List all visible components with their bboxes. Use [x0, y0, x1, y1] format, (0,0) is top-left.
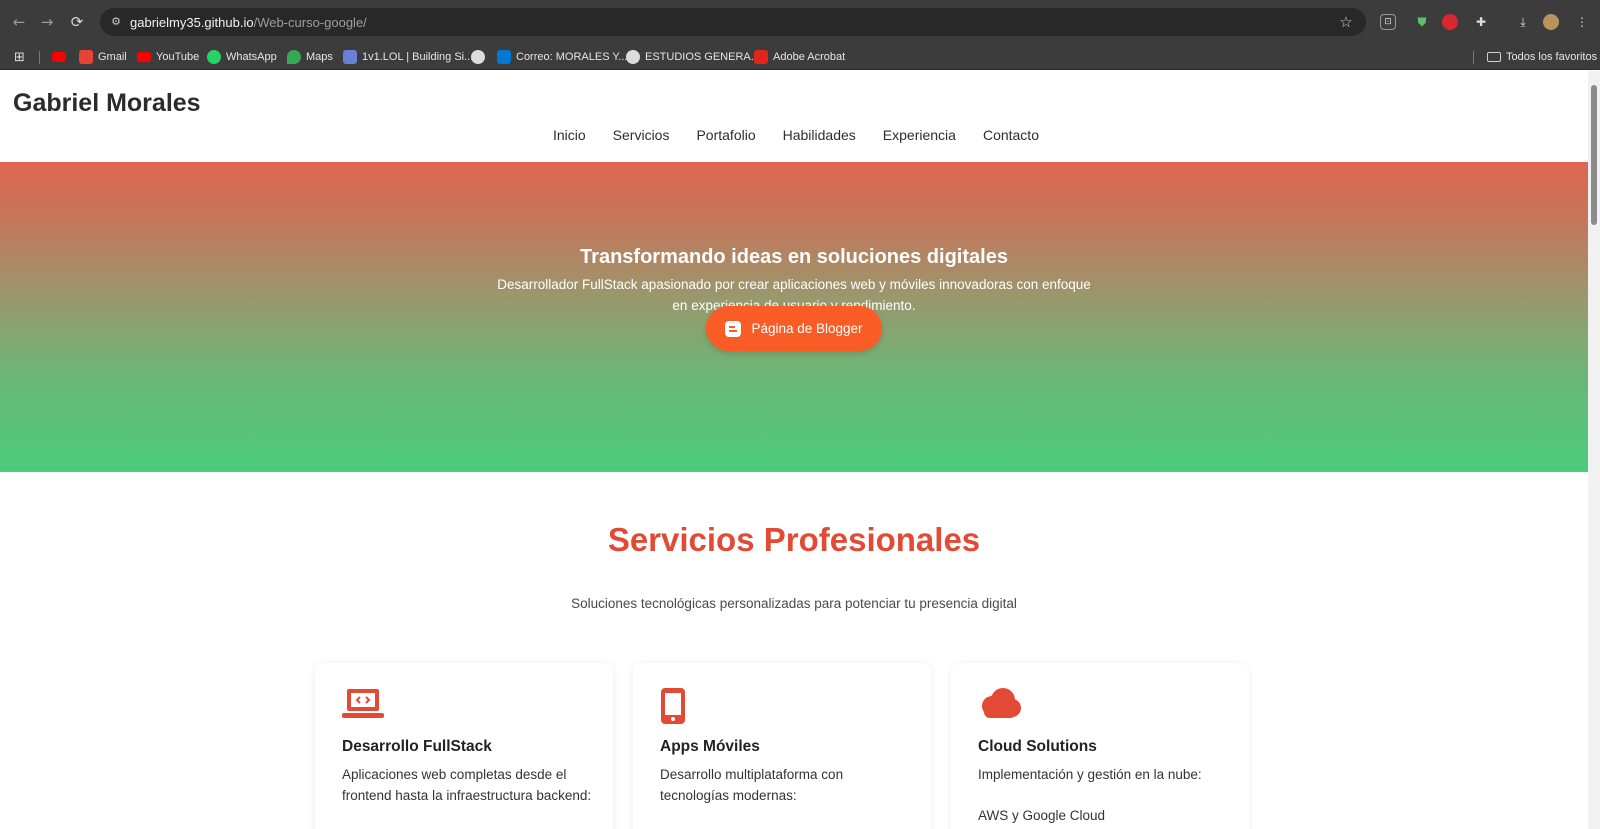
outlook-icon — [497, 50, 511, 64]
bookmark-label: ESTUDIOS GENERA... — [645, 51, 760, 63]
favorites-label: Todos los favoritos — [1506, 51, 1598, 63]
bookmark-adobe-acrobat[interactable]: Adobe Acrobat — [754, 48, 845, 66]
extensions-puzzle-icon[interactable]: ✚ — [1471, 12, 1491, 32]
services-subtitle: Soluciones tecnológicas personalizadas p… — [571, 596, 1017, 611]
bookmark-globe[interactable] — [471, 48, 485, 66]
url-host: gabrielmy35.github.io — [130, 15, 254, 30]
card-text: Implementación y gestión en la nube: — [978, 767, 1202, 782]
reload-icon[interactable]: ⟳ — [66, 11, 88, 33]
card-text-extra: AWS y Google Cloud — [978, 808, 1106, 823]
bookmark-label: YouTube — [156, 51, 200, 63]
main-nav: Inicio Servicios Portafolio Habilidades … — [0, 127, 1588, 143]
service-card-cloud: Cloud Solutions Implementación y gestión… — [951, 663, 1249, 829]
bookmark-youtube[interactable]: YouTube — [137, 48, 199, 66]
blogger-icon — [725, 320, 742, 337]
scrollbar-thumb[interactable] — [1591, 85, 1597, 225]
bookmark-youtube-icon[interactable] — [52, 48, 66, 66]
bookmark-whatsapp[interactable]: WhatsApp — [207, 48, 277, 66]
gmail-icon — [79, 50, 93, 64]
bookmark-label: Correo: MORALES Y... — [516, 51, 628, 63]
nav-link-contacto[interactable]: Contacto — [983, 127, 1039, 143]
hero-title: Transformando ideas en soluciones digita… — [580, 246, 1008, 268]
nav-link-servicios[interactable]: Servicios — [613, 127, 670, 143]
laptop-code-icon — [342, 688, 384, 725]
bookmark-separator — [39, 51, 40, 64]
download-icon[interactable]: ⤓ — [1513, 12, 1533, 32]
forward-icon[interactable]: → — [36, 11, 58, 33]
bookmark-label: Adobe Acrobat — [773, 51, 846, 63]
bookmark-gmail[interactable]: Gmail — [79, 48, 127, 66]
whatsapp-icon — [207, 50, 221, 64]
site-header: Gabriel Morales Inicio Servicios Portafo… — [0, 71, 1588, 162]
youtube-icon — [52, 52, 66, 62]
service-card-mobile: Apps Móviles Desarrollo multiplataforma … — [633, 663, 931, 829]
globe-icon — [471, 50, 485, 64]
cloud-icon — [978, 688, 1022, 725]
browser-menu-icon[interactable]: ⋮ — [1572, 12, 1592, 32]
bookmark-correo[interactable]: Correo: MORALES Y... — [497, 48, 627, 66]
card-title: Apps Móviles — [660, 738, 760, 755]
browser-toolbar: ← → ⟳ ⚙ gabrielmy35.github.io/Web-curso-… — [0, 0, 1600, 44]
bookmark-estudios[interactable]: ESTUDIOS GENERA... — [626, 48, 760, 66]
nav-link-experiencia[interactable]: Experiencia — [883, 127, 956, 143]
bookmark-label: Maps — [306, 51, 333, 63]
profile-avatar[interactable] — [1543, 14, 1559, 30]
services-title: Servicios Profesionales — [607, 521, 981, 558]
nav-link-portafolio[interactable]: Portafolio — [696, 127, 755, 143]
maps-pin-icon — [287, 50, 301, 64]
bookmark-maps[interactable]: Maps — [287, 48, 333, 66]
bookmarks-bar: ⊞ Gmail YouTube WhatsApp Maps 1v1.LOL | … — [0, 44, 1600, 70]
globe-icon — [626, 50, 640, 64]
red-extension-icon[interactable] — [1442, 14, 1458, 30]
card-title: Cloud Solutions — [978, 738, 1097, 755]
bookmark-label: WhatsApp — [226, 51, 277, 63]
service-card-fullstack: Desarrollo FullStack Aplicaciones web co… — [315, 663, 613, 829]
blogger-button-label: Página de Blogger — [751, 321, 863, 336]
site-info-icon[interactable]: ⚙ — [108, 14, 124, 30]
url-path: /Web-curso-google/ — [253, 15, 367, 30]
mobile-icon — [660, 688, 686, 729]
bookmark-star-icon[interactable]: ☆ — [1336, 12, 1356, 32]
all-bookmarks-folder[interactable]: Todos los favoritos — [1487, 48, 1597, 66]
bookmark-separator — [1473, 51, 1474, 64]
blogger-button[interactable]: Página de Blogger — [706, 306, 882, 351]
card-text: Aplicaciones web completas desde el fron… — [342, 767, 592, 803]
address-bar[interactable]: ⚙ gabrielmy35.github.io/Web-curso-google… — [100, 8, 1366, 36]
nav-link-habilidades[interactable]: Habilidades — [783, 127, 856, 143]
web-page: Gabriel Morales Inicio Servicios Portafo… — [0, 71, 1588, 829]
apps-grid-icon[interactable]: ⊞ — [14, 48, 25, 66]
bookmark-1v1lol[interactable]: 1v1.LOL | Building Si... — [343, 48, 473, 66]
url-text[interactable]: gabrielmy35.github.io/Web-curso-google/ — [130, 15, 367, 30]
youtube-icon — [137, 52, 151, 62]
bookmark-label: 1v1.LOL | Building Si... — [362, 51, 474, 63]
page-scrollbar[interactable] — [1588, 71, 1600, 829]
card-title: Desarrollo FullStack — [342, 738, 492, 755]
game-icon — [343, 50, 357, 64]
brand-name[interactable]: Gabriel Morales — [13, 89, 201, 118]
shield-extension-icon[interactable]: ⛊ — [1412, 12, 1432, 32]
folder-icon — [1487, 52, 1501, 62]
card-text: Desarrollo multiplataforma con tecnologí… — [660, 767, 844, 803]
screenshot-extension-icon[interactable]: ⊡ — [1380, 14, 1396, 30]
hero-section: Transformando ideas en soluciones digita… — [0, 162, 1588, 472]
nav-link-inicio[interactable]: Inicio — [553, 127, 586, 143]
acrobat-icon — [754, 50, 768, 64]
back-icon[interactable]: ← — [8, 11, 30, 33]
bookmark-label: Gmail — [98, 51, 127, 63]
